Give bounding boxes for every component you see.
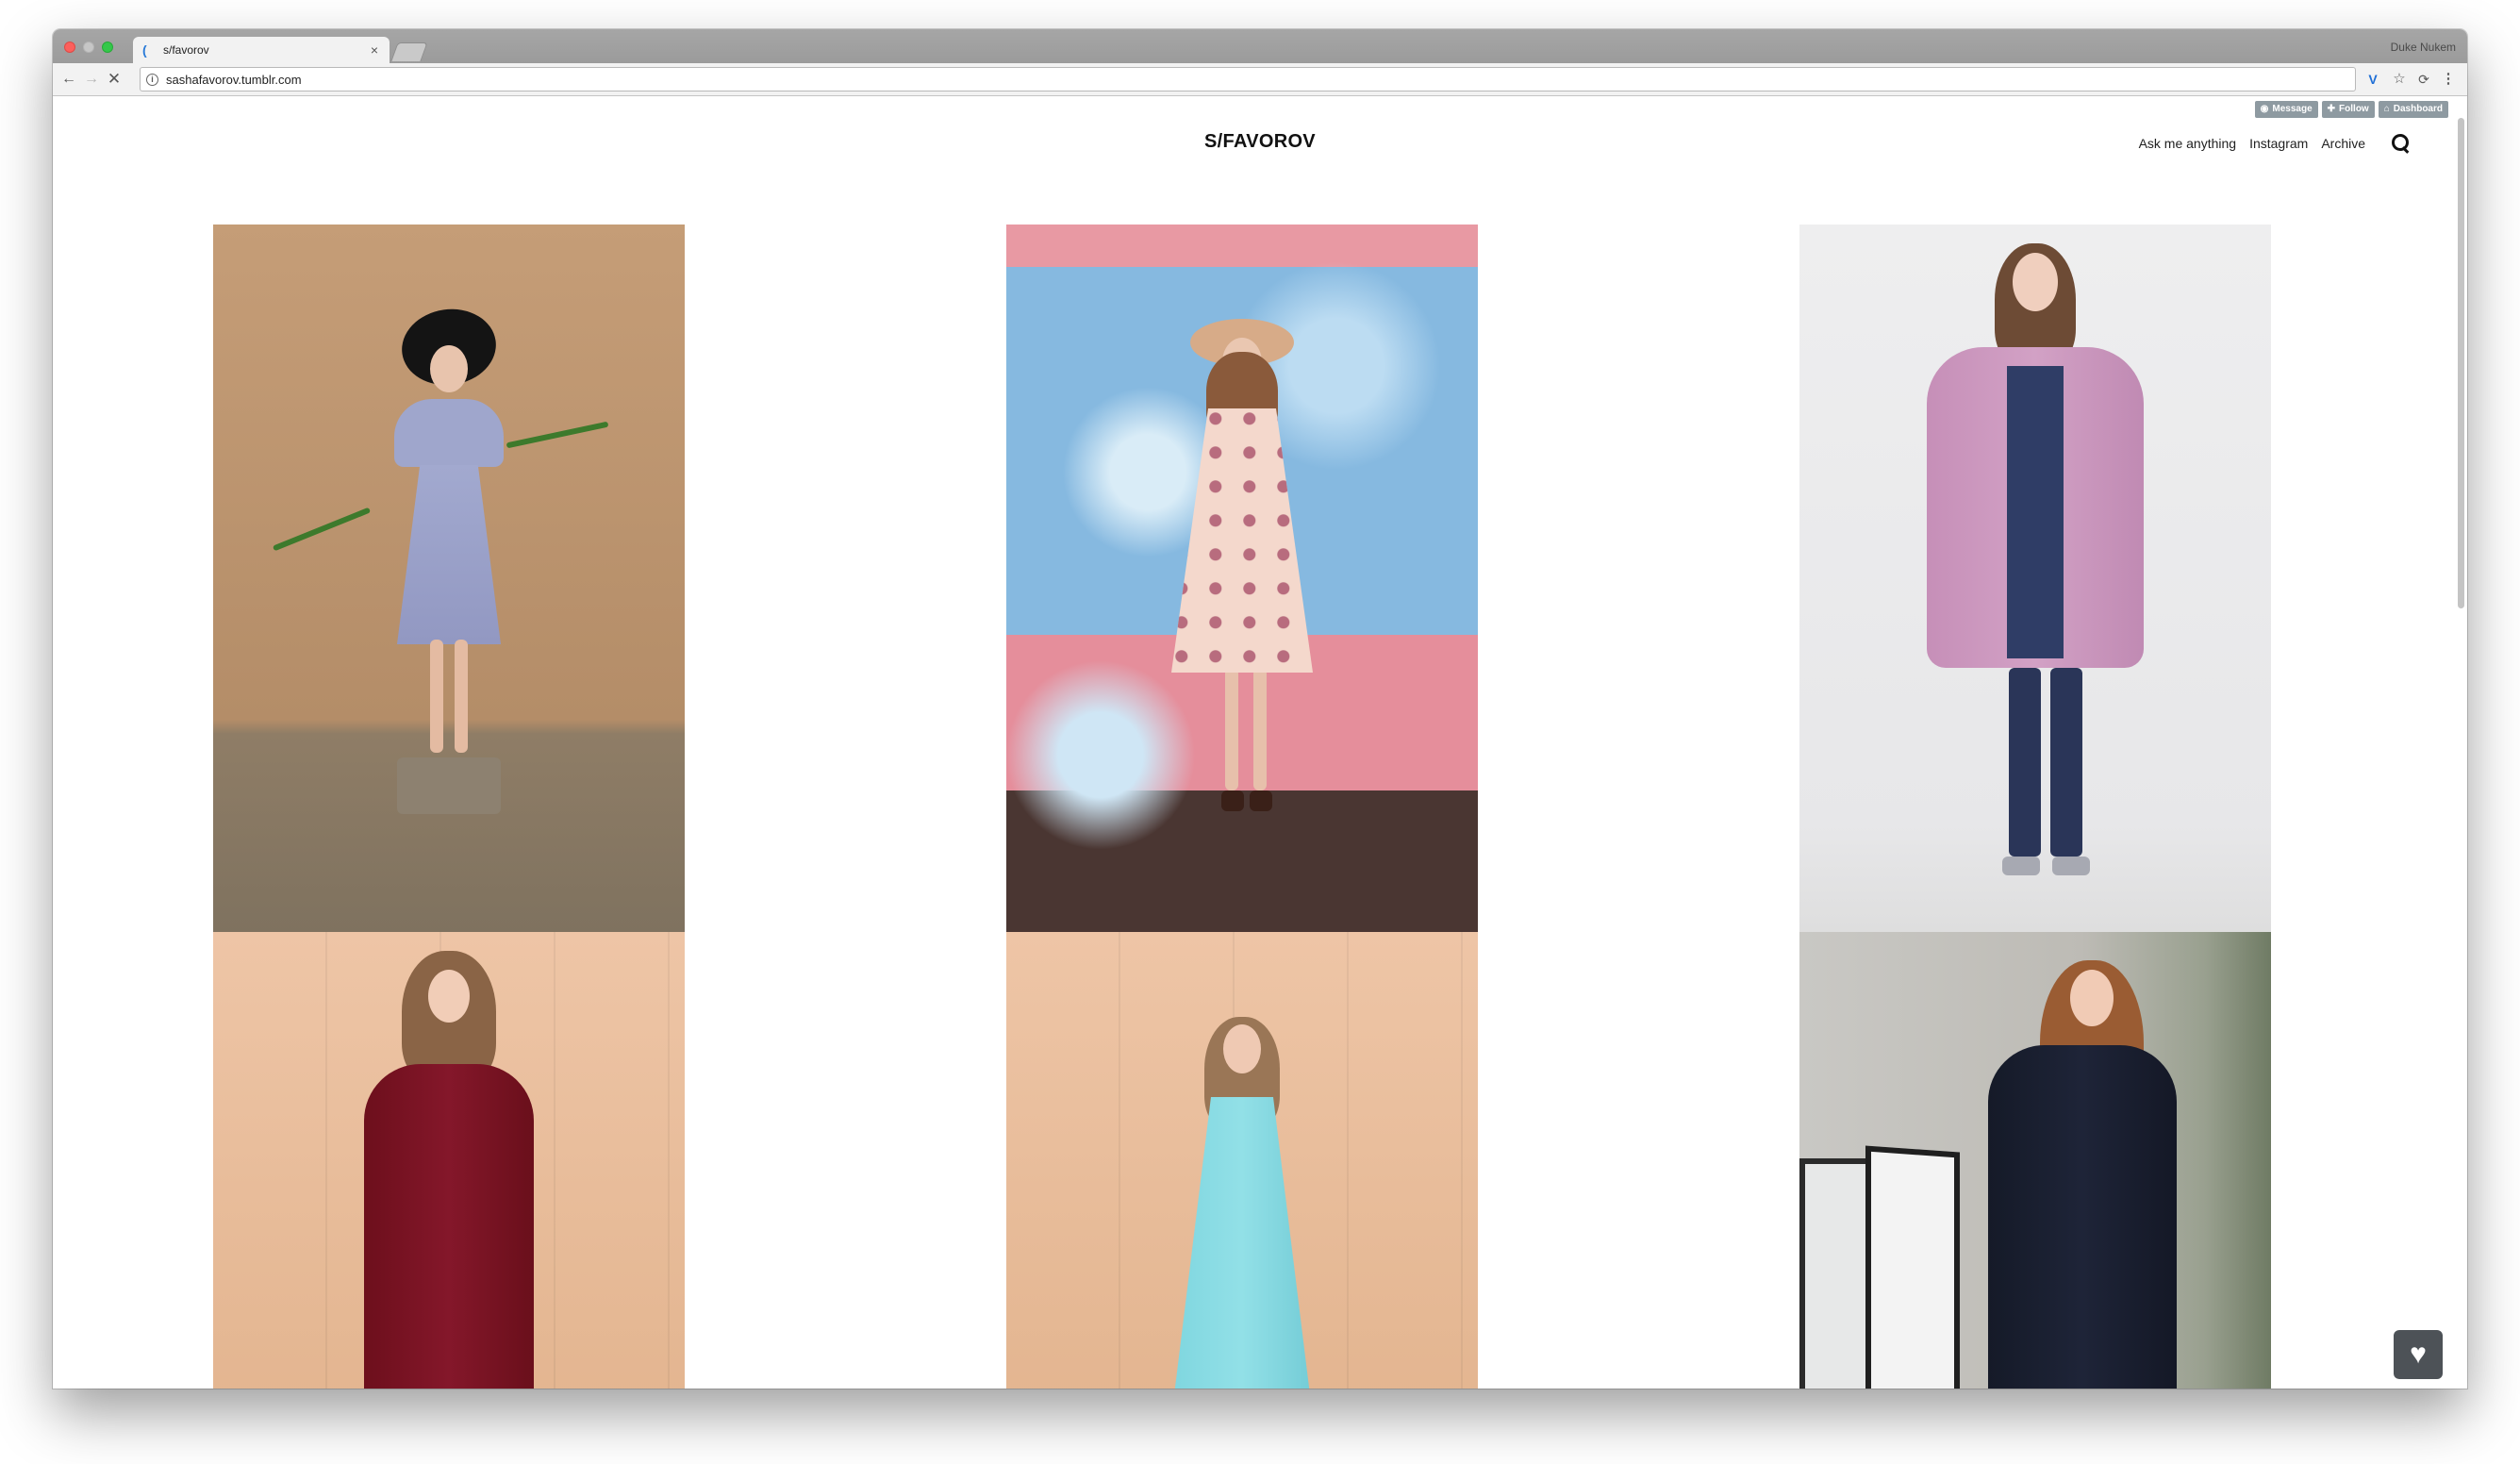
- back-button[interactable]: ←: [58, 69, 79, 90]
- photo-burgundy-dress[interactable]: [213, 932, 685, 1389]
- extension-v-icon[interactable]: V: [2363, 70, 2382, 89]
- tab-strip: ( s/favorov × Duke Nukem: [53, 29, 2467, 63]
- extension-sync-icon[interactable]: ⟳: [2414, 70, 2433, 89]
- search-icon[interactable]: [2390, 133, 2411, 154]
- dress-shape: [364, 1064, 534, 1389]
- branch-shape: [272, 507, 372, 552]
- message-label: Message: [2272, 104, 2313, 114]
- follow-label: Follow: [2339, 104, 2369, 114]
- dress-shape: [1171, 1097, 1313, 1389]
- shoe-shape: [2002, 857, 2040, 875]
- nav-archive[interactable]: Archive: [2321, 136, 2365, 151]
- tab-active[interactable]: ( s/favorov ×: [133, 37, 390, 63]
- photo-aqua-dress[interactable]: [1006, 932, 1478, 1389]
- like-heart-icon[interactable]: ♥: [2394, 1330, 2443, 1379]
- forward-button[interactable]: →: [81, 69, 102, 90]
- message-button[interactable]: ◉ Message: [2254, 101, 2318, 118]
- page-viewport: ◉ Message ✚ Follow ⌂ Dashboard S/FAVOROV…: [53, 97, 2467, 1389]
- leg-shape: [2050, 668, 2082, 857]
- tab-title: s/favorov: [163, 43, 209, 57]
- photo-floral-dress-blue-backdrop[interactable]: [1006, 225, 1478, 932]
- address-bar[interactable]: i sashafavorov.tumblr.com: [140, 67, 2356, 92]
- leg-shape: [455, 640, 468, 753]
- shoe-shape: [2052, 857, 2090, 875]
- branch-shape: [506, 421, 609, 449]
- shoe-shape: [1250, 790, 1272, 811]
- dashboard-button[interactable]: ⌂ Dashboard: [2378, 101, 2448, 118]
- photo-pink-fur-coat[interactable]: [1799, 225, 2271, 932]
- stop-loading-button[interactable]: ✕: [104, 69, 124, 90]
- tumblr-controls: ◉ Message ✚ Follow ⌂ Dashboard: [2254, 101, 2448, 118]
- leg-shape: [1253, 668, 1267, 790]
- leg-shape: [430, 640, 443, 753]
- dress-shape: [397, 465, 501, 644]
- browser-toolbar: ← → ✕ i sashafavorov.tumblr.com V ☆ ⟳ ⋮: [53, 63, 2467, 96]
- browser-menu-icon[interactable]: ⋮: [2439, 70, 2458, 89]
- head-shape: [1223, 1024, 1261, 1073]
- close-tab-icon[interactable]: ×: [369, 42, 380, 58]
- photo-navy-coat[interactable]: [1799, 932, 2271, 1389]
- blog-title[interactable]: S/FAVOROV: [53, 131, 2467, 153]
- info-icon[interactable]: i: [146, 73, 158, 86]
- leg-shape: [1225, 668, 1238, 790]
- zoom-window-button[interactable]: [102, 42, 113, 53]
- denim-dress-shape: [2007, 366, 2064, 658]
- head-shape: [2070, 970, 2114, 1026]
- bookmark-star-icon[interactable]: ☆: [2390, 70, 2409, 89]
- message-icon: ◉: [2260, 104, 2269, 114]
- nav-ask-me-anything[interactable]: Ask me anything: [2139, 136, 2237, 151]
- leg-shape: [2009, 668, 2041, 857]
- coat-shape: [1988, 1045, 2177, 1389]
- top-shape: [394, 399, 504, 467]
- new-tab-button[interactable]: [390, 42, 428, 61]
- dress-shape: [1171, 408, 1313, 673]
- close-window-button[interactable]: [64, 42, 75, 53]
- scrollbar-thumb[interactable]: [2458, 118, 2464, 608]
- browser-window: ( s/favorov × Duke Nukem ← → ✕ i sashafa…: [53, 29, 2467, 1389]
- minimize-window-button[interactable]: [83, 42, 94, 53]
- loading-icon: (: [142, 42, 147, 58]
- profile-name[interactable]: Duke Nukem: [2391, 41, 2456, 54]
- follow-button[interactable]: ✚ Follow: [2321, 101, 2375, 118]
- head-shape: [2013, 253, 2058, 311]
- dashboard-label: Dashboard: [2393, 104, 2443, 114]
- pedestal-shape: [397, 757, 501, 814]
- head-shape: [428, 970, 470, 1023]
- photo-lavender-dress-hat[interactable]: [213, 225, 685, 932]
- art-frame-shape: [1865, 1145, 1960, 1389]
- nav-instagram[interactable]: Instagram: [2249, 136, 2308, 151]
- blog-nav: Ask me anything Instagram Archive: [2139, 133, 2411, 154]
- url-text[interactable]: sashafavorov.tumblr.com: [166, 73, 302, 87]
- shoe-shape: [1221, 790, 1244, 811]
- head-shape: [430, 345, 468, 392]
- plus-icon: ✚: [2327, 104, 2336, 114]
- mirror-frame-shape: [1799, 1158, 1875, 1389]
- home-icon: ⌂: [2383, 104, 2390, 114]
